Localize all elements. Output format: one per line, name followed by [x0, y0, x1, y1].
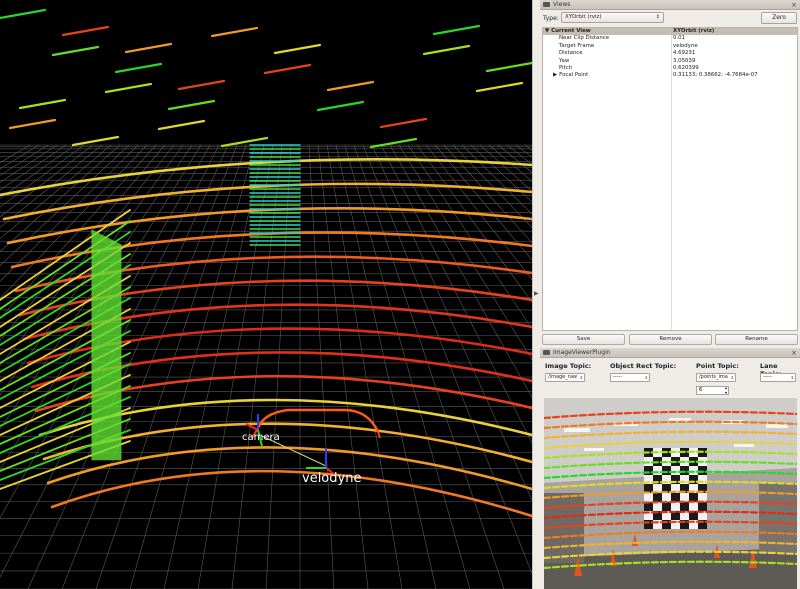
tree-row[interactable]: Yaw 3.05039: [543, 58, 797, 65]
updown-arrow-icon: ⇕: [579, 375, 583, 380]
point-size-spinbox[interactable]: 6 ▴ ▾: [696, 385, 729, 395]
tree-row-value: 0.31133; 0.38662; -4.7684e-07: [673, 72, 758, 79]
collapse-triangle-icon[interactable]: ▼: [545, 28, 549, 34]
remove-button[interactable]: Remove: [629, 334, 712, 345]
tree-row-value: 0.620399: [673, 64, 699, 71]
tree-row[interactable]: Target Frame velodyne: [543, 43, 797, 50]
tree-row[interactable]: Distance 4.69231: [543, 50, 797, 57]
views-panel-titlebar[interactable]: Views ×: [540, 0, 800, 10]
tree-row-name: Pitch: [559, 64, 573, 71]
camera-image-render: [544, 398, 797, 589]
app-root: camera velodyne ▶ Views × Type: XYOrbit …: [0, 0, 800, 589]
views-button-bar: Save Remove Rename: [542, 334, 798, 345]
updown-arrow-icon: ⇕: [644, 375, 648, 380]
expand-triangle-icon[interactable]: ▶: [553, 72, 557, 78]
view-type-select[interactable]: XYOrbit (rviz) ⇕: [561, 12, 664, 23]
tree-row-name: Focal Point: [559, 72, 589, 79]
image-viewer-title: ImageViewerPlugin: [553, 349, 611, 356]
camera-frame-label: camera: [242, 432, 280, 443]
tree-row-value: 4.69231: [673, 50, 696, 57]
views-panel-title: Views: [553, 1, 571, 8]
spin-arrows-icon[interactable]: ▴ ▾: [725, 385, 727, 395]
view-type-row: Type: XYOrbit (rviz) ⇕ Zero: [543, 12, 797, 25]
views-panel: Views × Type: XYOrbit (rviz) ⇕ Zero ▼ Cur…: [540, 0, 800, 348]
rename-button[interactable]: Rename: [715, 334, 798, 345]
velodyne-frame-label: velodyne: [302, 471, 361, 486]
panel-splitter[interactable]: ▶: [532, 0, 540, 589]
camera-icon: [543, 2, 550, 7]
point-topic-select[interactable]: /points_ima ⇕: [696, 373, 736, 382]
right-dock: Views × Type: XYOrbit (rviz) ⇕ Zero ▼ Cur…: [540, 0, 800, 589]
rect-topic-select[interactable]: ----- ⇕: [610, 373, 650, 382]
close-icon[interactable]: ×: [791, 348, 797, 358]
image-viewer-titlebar[interactable]: ImageViewerPlugin ×: [540, 348, 800, 358]
lane-topic-value: -----: [763, 374, 773, 380]
zero-button[interactable]: Zero: [761, 12, 797, 24]
point-size-value: 6: [699, 387, 703, 393]
updown-arrow-icon: ⇕: [790, 375, 794, 380]
tree-row-name: Near Clip Distance: [559, 35, 610, 42]
close-icon[interactable]: ×: [791, 0, 797, 10]
tree-row-value: 3.05039: [673, 57, 696, 64]
tree-row-name: Current View: [551, 28, 591, 34]
tree-row-focal-point[interactable]: ▶ Focal Point 0.31133; 0.38662; -4.7684e-…: [543, 72, 797, 79]
pointcloud-render: camera velodyne: [0, 8, 532, 589]
panel-icon: [543, 350, 550, 355]
tree-row-current-view[interactable]: ▼ Current View XYOrbit (rviz): [543, 28, 797, 36]
tree-row[interactable]: Pitch 0.620399: [543, 65, 797, 72]
checkerboard-target: [644, 448, 707, 529]
splitter-arrow-icon[interactable]: ▶: [534, 290, 539, 297]
tree-row[interactable]: Near Clip Distance 0.01: [543, 35, 797, 42]
view-type-label: Type:: [543, 15, 559, 22]
image-topic-select[interactable]: /image_raw ⇕: [545, 373, 585, 382]
image-topic-value: /image_raw: [548, 374, 577, 380]
tree-row-name: Yaw: [559, 57, 570, 64]
view-property-tree[interactable]: ▼ Current View XYOrbit (rviz) Near Clip D…: [542, 27, 798, 331]
updown-arrow-icon: ⇕: [655, 14, 660, 20]
point-topic-value: /points_ima: [699, 374, 728, 380]
tree-row-name: Target Frame: [559, 42, 595, 49]
view-type-value: XYOrbit (rviz): [565, 14, 602, 20]
tree-row-value: velodyne: [673, 42, 698, 49]
lane-topic-select[interactable]: ----- ⇕: [760, 373, 796, 382]
camera-image-view[interactable]: [544, 398, 797, 589]
point-topic-label: Point Topic:: [696, 362, 739, 370]
save-button[interactable]: Save: [542, 334, 625, 345]
tree-row-value: 0.01: [673, 35, 686, 42]
tree-row-value: XYOrbit (rviz): [673, 28, 715, 34]
updown-arrow-icon: ⇕: [730, 375, 734, 380]
rect-topic-value: -----: [613, 374, 623, 380]
image-topic-label: Image Topic:: [545, 362, 592, 370]
rviz-3d-viewport[interactable]: camera velodyne: [0, 0, 532, 589]
image-viewer-panel: ImageViewerPlugin × Image Topic: Object …: [540, 348, 800, 589]
tree-row-name: Distance: [559, 50, 583, 57]
rect-topic-label: Object Rect Topic:: [610, 362, 677, 370]
